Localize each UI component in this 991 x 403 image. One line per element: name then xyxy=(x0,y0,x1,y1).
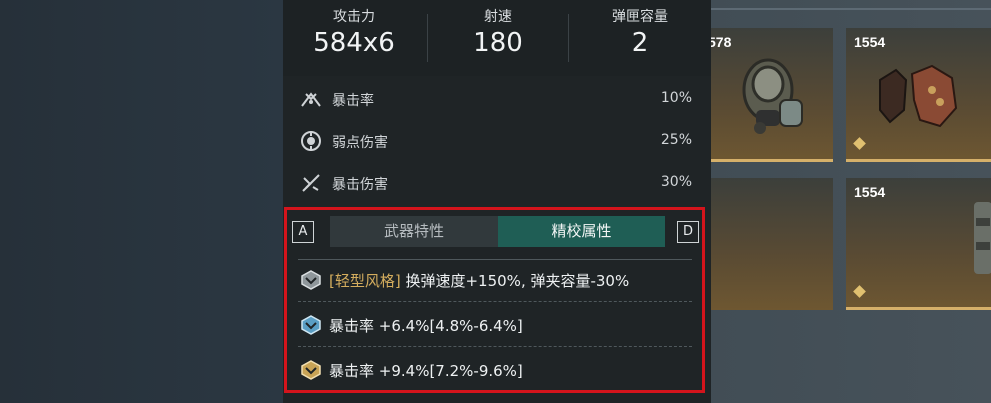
stat-label: 弹匣容量 xyxy=(612,9,668,25)
main-stats-row: 攻击力 584x6 射速 180 弹匣容量 2 xyxy=(283,0,711,76)
stat-fire-rate: 射速 180 xyxy=(428,0,568,76)
armor-icon xyxy=(974,202,991,274)
stat-magazine: 弹匣容量 2 xyxy=(569,0,711,76)
calibration-icon-blue xyxy=(301,315,321,335)
sub-stat-weakspot: 弱点伤害 25% xyxy=(283,120,711,162)
calibration-property-row: 暴击率 +9.4%[7.2%-9.6%] xyxy=(298,350,692,392)
property-desc: 换弹速度+150%, 弹夹容量-30% xyxy=(400,272,630,290)
rarity-diamond-icon xyxy=(853,285,866,298)
crit-damage-icon xyxy=(302,174,320,192)
property-text: 暴击率 +9.4%[7.2%-9.6%] xyxy=(329,362,523,380)
stat-label: 攻击力 xyxy=(333,9,375,25)
crit-rate-icon xyxy=(301,92,321,107)
property-text: 暴击率 +6.4%[4.8%-6.4%] xyxy=(329,317,523,335)
sub-stat-crit-rate: 暴击率 10% xyxy=(283,78,711,120)
gas-mask-icon xyxy=(742,58,803,134)
calibration-icon-silver xyxy=(301,270,321,290)
inventory-card-gloves[interactable]: 1554 xyxy=(846,28,991,162)
rarity-diamond-icon xyxy=(853,137,866,150)
tab-calibration-attributes[interactable]: 精校属性 xyxy=(498,216,665,247)
weakspot-icon xyxy=(301,131,321,151)
calibration-icon-gold xyxy=(301,360,321,380)
sub-stat-value: 25% xyxy=(660,132,692,148)
sub-stat-label: 弱点伤害 xyxy=(332,135,388,151)
calibration-property-row: [轻型风格] 换弹速度+150%, 弹夹容量-30% xyxy=(298,260,692,302)
stat-attack: 攻击力 584x6 xyxy=(283,0,425,76)
stat-value: 180 xyxy=(473,28,523,58)
inventory-card-gas-mask[interactable]: 578 xyxy=(700,28,833,162)
inventory-card-armor[interactable]: 1554 xyxy=(846,178,991,310)
sub-stat-value: 30% xyxy=(660,174,692,190)
sub-stat-value: 10% xyxy=(660,90,692,106)
stat-label: 射速 xyxy=(484,9,512,25)
sub-stat-label: 暴击伤害 xyxy=(332,177,388,193)
property-text: [轻型风格] 换弹速度+150%, 弹夹容量-30% xyxy=(329,270,629,291)
item-level: 1554 xyxy=(854,34,886,50)
inventory-grid: 578 1554 1554 xyxy=(700,0,991,403)
stat-value: 2 xyxy=(631,28,649,58)
sub-stat-label: 暴击率 xyxy=(332,93,374,109)
tab-bar: A 武器特性 精校属性 D xyxy=(292,216,704,248)
prev-tab-key[interactable]: A xyxy=(292,221,314,243)
item-level: 578 xyxy=(708,34,732,50)
item-level: 1554 xyxy=(854,184,886,200)
tab-weapon-traits[interactable]: 武器特性 xyxy=(330,216,498,247)
gloves-icon xyxy=(879,64,958,128)
stat-value: 584x6 xyxy=(313,28,395,58)
property-tag: [轻型风格] xyxy=(329,272,401,290)
inventory-divider xyxy=(710,8,991,10)
sub-stat-crit-damage: 暴击伤害 30% xyxy=(283,162,711,204)
inventory-card-empty[interactable] xyxy=(700,178,833,310)
next-tab-key[interactable]: D xyxy=(677,221,699,243)
calibration-property-row: 暴击率 +6.4%[4.8%-6.4%] xyxy=(298,305,692,347)
